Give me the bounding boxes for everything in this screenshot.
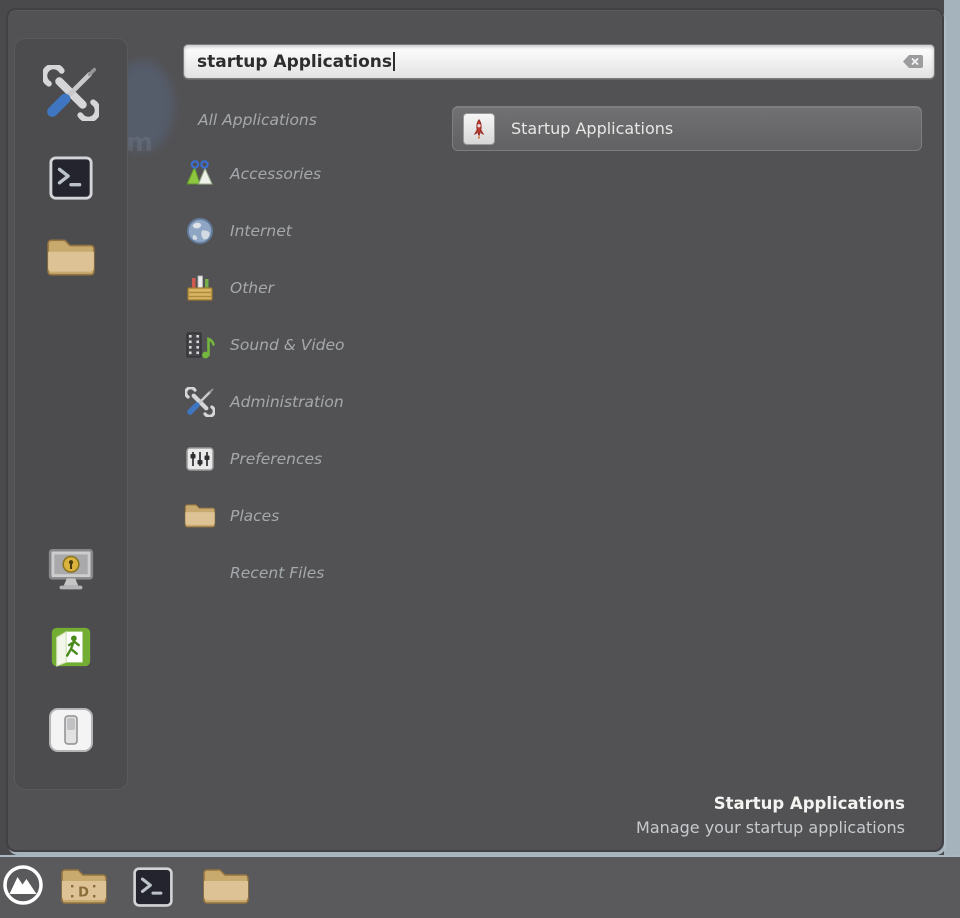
shutdown-icon	[47, 739, 95, 758]
selection-info: Startup Applications Manage your startup…	[636, 792, 905, 840]
shutdown-button[interactable]	[47, 706, 95, 754]
other-icon	[184, 272, 216, 304]
lock-screen-button[interactable]	[46, 544, 96, 594]
category-list: All Applications Accessories Internet	[184, 95, 434, 601]
accessories-icon	[184, 158, 216, 190]
category-label: Recent Files	[230, 564, 324, 582]
category-other[interactable]: Other	[184, 259, 434, 316]
places-icon	[184, 500, 216, 532]
category-places[interactable]: Places	[184, 487, 434, 544]
terminal-button[interactable]	[48, 155, 94, 201]
folder-icon	[202, 892, 250, 911]
internet-icon	[184, 215, 216, 247]
preferences-icon	[184, 443, 216, 475]
terminal-taskbar-button[interactable]	[132, 866, 174, 908]
system-settings-button[interactable]	[43, 65, 99, 121]
recent-files-spacer	[184, 557, 216, 589]
files-button[interactable]	[46, 236, 96, 278]
category-label: Preferences	[230, 450, 322, 468]
selection-title: Startup Applications	[636, 792, 905, 816]
category-preferences[interactable]: Preferences	[184, 430, 434, 487]
settings-icon	[43, 106, 99, 125]
svg-text:D: D	[78, 886, 89, 901]
desktop-bleed-text: m	[126, 128, 155, 158]
clear-search-button[interactable]	[902, 54, 924, 69]
terminal-icon	[48, 186, 94, 205]
clear-backspace-icon	[902, 54, 924, 73]
startup-applications-icon	[463, 113, 495, 145]
search-field: startup Applications	[183, 44, 935, 79]
category-label: Sound & Video	[230, 336, 345, 354]
category-accessories[interactable]: Accessories	[184, 145, 434, 202]
sound-video-icon	[184, 329, 216, 361]
files-taskbar-button[interactable]	[202, 865, 250, 907]
category-label: Places	[230, 507, 279, 525]
logout-icon	[48, 655, 94, 674]
mint-logo-icon	[1, 892, 45, 911]
menu-launcher-button[interactable]	[1, 863, 45, 907]
logout-button[interactable]	[48, 624, 94, 670]
result-label: Startup Applications	[511, 119, 673, 138]
category-label: Administration	[230, 393, 344, 411]
category-all-applications[interactable]: All Applications	[184, 95, 434, 145]
favorites-sidebar	[14, 38, 128, 790]
category-label: Accessories	[230, 165, 321, 183]
category-label: Internet	[230, 222, 292, 240]
category-internet[interactable]: Internet	[184, 202, 434, 259]
category-recent-files[interactable]: Recent Files	[184, 544, 434, 601]
folder-icon	[46, 263, 96, 282]
mint-menu-panel: m	[6, 8, 944, 852]
terminal-icon	[132, 893, 174, 912]
desktop-folder-button[interactable]: D	[60, 865, 108, 907]
category-sound-video[interactable]: Sound & Video	[184, 316, 434, 373]
category-label: Other	[230, 279, 274, 297]
taskbar: D	[0, 855, 960, 918]
result-startup-applications[interactable]: Startup Applications	[452, 106, 922, 151]
selection-subtitle: Manage your startup applications	[636, 816, 905, 840]
category-administration[interactable]: Administration	[184, 373, 434, 430]
desktop-background-edge	[944, 0, 960, 856]
administration-icon	[184, 386, 216, 418]
category-label: All Applications	[198, 111, 317, 129]
search-input[interactable]: startup Applications	[197, 52, 902, 72]
lock-screen-icon	[46, 579, 96, 598]
folder-d-icon: D	[60, 892, 108, 911]
